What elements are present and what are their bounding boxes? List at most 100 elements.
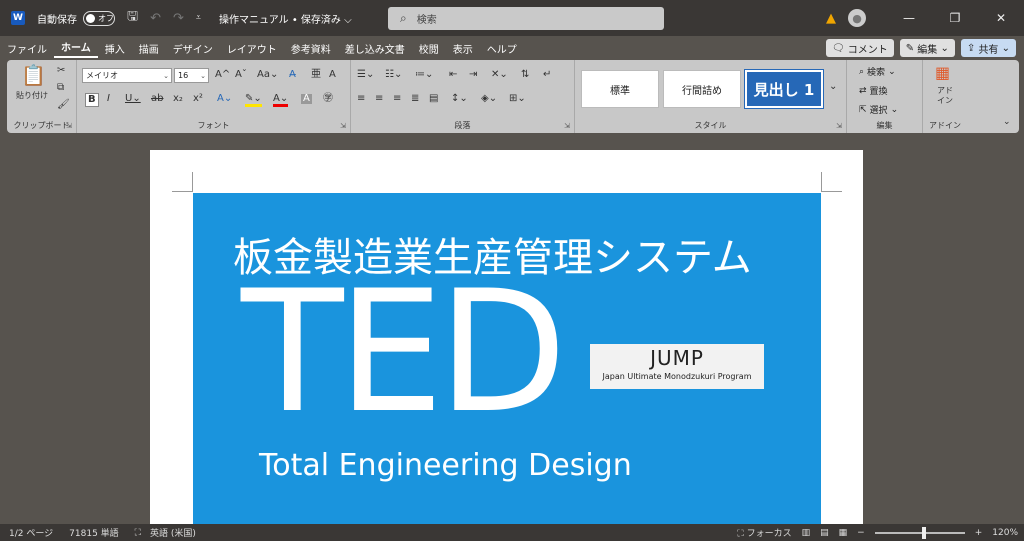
tab-home[interactable]: ホーム <box>54 39 98 58</box>
read-mode-icon[interactable]: ▥ <box>802 528 811 538</box>
tab-layout[interactable]: レイアウト <box>220 41 284 56</box>
addin-label-1[interactable]: アド <box>937 87 953 95</box>
align-left-icon[interactable]: ≡ <box>357 94 365 104</box>
tab-insert[interactable]: 挿入 <box>98 41 132 56</box>
change-case-icon[interactable]: Aa⌄ <box>257 70 278 80</box>
increase-indent-icon[interactable]: ⇥ <box>469 70 477 80</box>
save-icon[interactable]: 🖫 <box>127 7 138 29</box>
tab-mailings[interactable]: 差し込み文書 <box>338 41 412 56</box>
dialog-launcher-icon[interactable]: ⇲ <box>340 122 346 130</box>
style-heading-1[interactable]: 見出し 1 <box>744 69 824 109</box>
character-border-icon[interactable]: A <box>329 70 336 80</box>
text-effects-icon[interactable]: A⌄ <box>217 94 232 104</box>
tab-design[interactable]: デザイン <box>166 41 220 56</box>
styles-more-icon[interactable]: ⌄ <box>829 82 837 92</box>
align-right-icon[interactable]: ≡ <box>393 94 401 104</box>
highlight-icon[interactable]: ✎⌄ <box>245 94 262 107</box>
italic-icon[interactable]: I <box>107 94 110 104</box>
multilevel-list-icon[interactable]: ≔⌄ <box>415 70 433 80</box>
grow-font-icon[interactable]: A^ <box>215 70 230 80</box>
undo-icon[interactable]: ↶ <box>150 11 161 26</box>
style-no-spacing[interactable]: 行間詰め <box>663 70 741 108</box>
document-title[interactable]: 操作マニュアル • 保存済み ⌵ <box>219 11 352 26</box>
print-layout-icon[interactable]: ▤ <box>820 528 829 538</box>
zoom-out-icon[interactable]: − <box>857 528 865 538</box>
numbering-icon[interactable]: ☷⌄ <box>385 70 402 80</box>
web-layout-icon[interactable]: ▦ <box>839 528 848 538</box>
tab-view[interactable]: 表示 <box>446 41 480 56</box>
superscript-icon[interactable]: x² <box>193 94 203 104</box>
comment-label: コメント <box>847 44 888 56</box>
paste-label[interactable]: 貼り付け <box>16 92 48 100</box>
subscript-icon[interactable]: x₂ <box>173 94 183 104</box>
tab-review[interactable]: 校閲 <box>412 41 446 56</box>
cover-image[interactable]: 板金製造業生産管理システム TED JUMP Japan Ultimate Mo… <box>193 193 821 530</box>
zoom-level[interactable]: 120% <box>992 528 1018 538</box>
decrease-indent-icon[interactable]: ⇤ <box>449 70 457 80</box>
font-size-select[interactable]: 16 ⌄ <box>174 68 209 83</box>
underline-icon[interactable]: U⌄ <box>125 94 141 104</box>
copy-icon[interactable]: ⧉ <box>57 83 64 93</box>
font-color-icon[interactable]: A⌄ <box>273 94 289 107</box>
select-button[interactable]: ⇱ 選択 ⌄ <box>859 103 898 117</box>
addin-group-label: アドイン <box>929 121 961 130</box>
bold-icon[interactable]: B <box>85 93 99 107</box>
redo-icon[interactable]: ↷ <box>173 11 184 26</box>
shading-icon[interactable]: ◈⌄ <box>481 94 497 104</box>
proofing-icon[interactable]: ⛶ <box>135 528 141 538</box>
font-name-select[interactable]: メイリオ ⌄ <box>82 68 172 83</box>
asian-layout-icon[interactable]: ✕⌄ <box>491 70 508 80</box>
edit-mode-button[interactable]: ✎ 編集 ⌄ <box>899 39 955 57</box>
bullets-icon[interactable]: ☰⌄ <box>357 70 374 80</box>
word-count[interactable]: 71815 単語 <box>69 526 119 539</box>
line-spacing-icon[interactable]: ↕⌄ <box>451 94 468 104</box>
avatar[interactable]: ● <box>848 9 866 27</box>
strikethrough-icon[interactable]: ab <box>151 94 163 104</box>
zoom-slider[interactable] <box>874 526 965 539</box>
font-size-value: 16 <box>178 71 189 80</box>
close-button[interactable]: ✕ <box>978 11 1024 25</box>
chevron-down-icon: ⌄ <box>200 71 206 80</box>
justify-icon[interactable]: ≣ <box>411 94 419 104</box>
character-shading-icon[interactable]: A <box>301 94 312 104</box>
zoom-slider-thumb[interactable] <box>922 526 927 539</box>
warning-icon[interactable]: ▲ <box>826 11 836 26</box>
dialog-launcher-icon[interactable]: ⇲ <box>564 122 570 130</box>
sort-icon[interactable]: ⇅ <box>521 70 529 80</box>
tab-file[interactable]: ファイル <box>0 41 54 56</box>
shrink-font-icon[interactable]: Aˇ <box>235 70 247 80</box>
zoom-in-icon[interactable]: + <box>975 528 983 538</box>
borders-icon[interactable]: ⊞⌄ <box>509 94 526 104</box>
find-button[interactable]: ⌕ 検索 ⌄ <box>859 65 896 79</box>
dialog-launcher-icon[interactable]: ⇲ <box>836 122 842 130</box>
format-painter-icon[interactable]: 🖌 <box>57 100 70 110</box>
dialog-launcher-icon[interactable]: ⇲ <box>66 122 72 130</box>
comment-button[interactable]: 🗨 コメント <box>825 39 894 57</box>
focus-button[interactable]: ⛶ フォーカス <box>737 526 791 539</box>
tab-references[interactable]: 参考資料 <box>284 41 338 56</box>
minimize-button[interactable]: — <box>886 11 932 25</box>
addin-label-2[interactable]: イン <box>937 97 953 105</box>
replace-button[interactable]: ⇄ 置換 <box>859 84 888 98</box>
customize-icon[interactable]: ⩡ <box>196 13 201 23</box>
cut-icon[interactable]: ✂ <box>57 66 65 76</box>
restore-button[interactable]: ❐ <box>932 11 978 25</box>
align-center-icon[interactable]: ≡ <box>375 94 383 104</box>
search-box[interactable]: ⌕ 検索 <box>388 7 664 30</box>
share-button[interactable]: ⇪ 共有 ⌄ <box>960 39 1016 57</box>
tab-help[interactable]: ヘルプ <box>480 41 524 56</box>
clear-format-icon[interactable]: A̶ <box>289 70 296 80</box>
style-normal[interactable]: 標準 <box>581 70 659 108</box>
autosave-toggle[interactable]: オフ <box>83 10 115 26</box>
page-count[interactable]: 1/2 ページ <box>9 526 53 539</box>
collapse-ribbon-icon[interactable]: ⌄ <box>1003 118 1011 127</box>
addin-icon[interactable]: ▦ <box>935 65 950 81</box>
ribbon: 📋 貼り付け ✂ ⧉ 🖌 クリップボード ⇲ メイリオ ⌄ 16 ⌄ A^ Aˇ A… <box>7 60 1019 133</box>
phonetic-guide-icon[interactable]: 亜 <box>311 70 321 80</box>
language-status[interactable]: 英語 (米国) <box>150 526 196 539</box>
show-marks-icon[interactable]: ↵ <box>543 70 551 80</box>
enclose-characters-icon[interactable]: ㊫ <box>323 94 333 104</box>
tab-draw[interactable]: 描画 <box>132 41 166 56</box>
distributed-icon[interactable]: ▤ <box>429 94 438 104</box>
paste-icon[interactable]: 📋 <box>21 65 46 85</box>
